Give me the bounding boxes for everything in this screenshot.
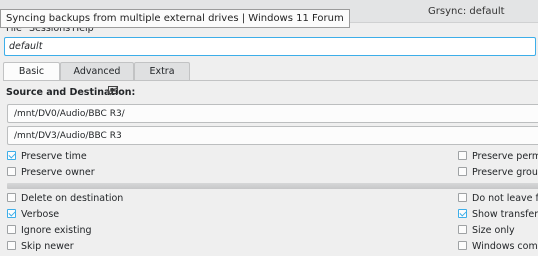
checkbox-checked-icon[interactable]	[458, 209, 467, 218]
checkbox-checked-icon[interactable]	[7, 209, 16, 218]
checkbox-icon[interactable]	[7, 225, 16, 234]
tab-basic-options[interactable]: Basic options	[3, 62, 60, 95]
checkbox-label: Windows compati	[472, 241, 538, 252]
source-path-field[interactable]: /mnt/DV0/Audio/BBC R3/	[7, 104, 538, 123]
checkbox-icon[interactable]	[458, 225, 467, 234]
preserve-permissions-checkbox[interactable]: Preserve permissio	[458, 151, 538, 163]
verbose-checkbox[interactable]: Verbose	[7, 209, 59, 221]
show-transfer-progress-checkbox[interactable]: Show transfer pro	[458, 209, 538, 221]
checkbox-label: Preserve group	[472, 167, 538, 178]
window-title: Grsync: default	[428, 6, 505, 17]
destination-path-field[interactable]: /mnt/DV3/Audio/BBC R3	[7, 126, 538, 145]
checkbox-label: Size only	[472, 225, 515, 236]
checkbox-icon[interactable]	[458, 167, 467, 176]
checkbox-label: Show transfer pro	[472, 209, 538, 220]
checkbox-checked-icon[interactable]	[7, 151, 16, 160]
swap-paths-icon[interactable]	[108, 86, 118, 96]
session-selector[interactable]: default	[4, 37, 536, 56]
checkbox-label: Do not leave filesy	[472, 193, 538, 204]
checkbox-icon[interactable]	[458, 151, 467, 160]
preserve-group-checkbox[interactable]: Preserve group	[458, 167, 538, 179]
checkbox-label: Verbose	[21, 209, 60, 220]
checkbox-icon[interactable]	[7, 193, 16, 202]
skip-newer-checkbox[interactable]: Skip newer	[7, 241, 74, 253]
checkbox-icon[interactable]	[7, 167, 16, 176]
session-value: default	[9, 41, 43, 52]
windows-compatibility-checkbox[interactable]: Windows compati	[458, 241, 538, 253]
delete-on-destination-checkbox[interactable]: Delete on destination	[7, 193, 123, 205]
checkbox-label: Preserve owner	[21, 167, 95, 178]
checkbox-label: Preserve permissio	[472, 151, 538, 162]
tooltip: Syncing backups from multiple external d…	[0, 9, 350, 28]
checkbox-label: Skip newer	[21, 241, 74, 252]
checkbox-icon[interactable]	[7, 241, 16, 250]
checkbox-icon[interactable]	[458, 193, 467, 202]
options-separator	[7, 183, 538, 189]
checkbox-label: Delete on destination	[21, 193, 124, 204]
tab-extra-options[interactable]: Extra options	[134, 62, 190, 95]
do-not-leave-filesystem-checkbox[interactable]: Do not leave filesy	[458, 193, 538, 205]
checkbox-icon[interactable]	[458, 241, 467, 250]
size-only-checkbox[interactable]: Size only	[458, 225, 515, 237]
checkbox-label: Ignore existing	[21, 225, 92, 236]
checkbox-label: Preserve time	[21, 151, 87, 162]
preserve-time-checkbox[interactable]: Preserve time	[7, 151, 87, 163]
ignore-existing-checkbox[interactable]: Ignore existing	[7, 225, 92, 237]
tab-advanced-options[interactable]: Advanced options	[60, 62, 134, 95]
destination-path-value: /mnt/DV3/Audio/BBC R3	[14, 131, 122, 141]
source-path-value: /mnt/DV0/Audio/BBC R3/	[14, 109, 125, 119]
preserve-owner-checkbox[interactable]: Preserve owner	[7, 167, 95, 179]
